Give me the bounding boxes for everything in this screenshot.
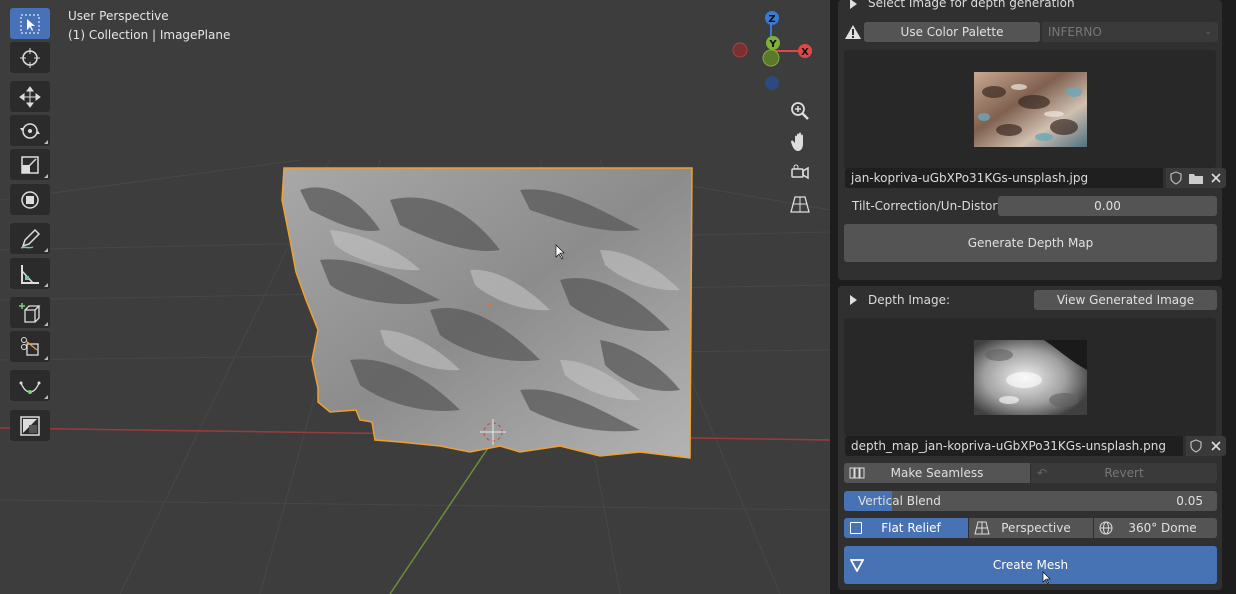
select-image-section: Select Image for depth generation Use Co…	[838, 0, 1226, 280]
depth-image-thumbnail	[974, 340, 1087, 415]
depth-image-section: Depth Image: View Generated Image depth_…	[838, 286, 1226, 590]
curve-icon	[19, 381, 41, 394]
ruler-icon	[21, 264, 39, 284]
view-generated-image-button[interactable]: View Generated Image	[1034, 290, 1217, 310]
vertical-blend-label: Vertical Blend	[858, 494, 941, 508]
rotate-icon	[20, 122, 40, 139]
make-seamless-label: Make Seamless	[890, 466, 984, 480]
mode-flat-relief[interactable]: Flat Relief	[844, 518, 968, 538]
globe-icon	[1099, 521, 1113, 535]
revert-label: Revert	[1104, 466, 1144, 480]
tilt-correction-field[interactable]: 0.00	[998, 196, 1217, 216]
scale-icon	[21, 155, 39, 174]
zoom-icon	[791, 102, 809, 120]
chevron-down-icon: ⌄	[1204, 27, 1212, 37]
palette-value: INFERNO	[1048, 25, 1102, 39]
shield-icon	[1170, 171, 1182, 185]
source-image-preview-box	[844, 50, 1216, 168]
depth-image-preview-box	[844, 318, 1216, 436]
select-image-header[interactable]: Select Image for depth generation	[850, 0, 1222, 14]
transform-tool[interactable]	[10, 184, 50, 215]
move-arrows-icon	[19, 85, 41, 108]
create-mesh-button[interactable]: Create Mesh	[844, 546, 1217, 584]
tilt-correction-label: Tilt-Correction/Un-Distort	[852, 199, 1003, 213]
image-tool[interactable]	[10, 410, 50, 441]
depth-image-header[interactable]: Depth Image:	[850, 290, 1010, 310]
depth-image-header-label: Depth Image:	[868, 293, 950, 307]
pencil-icon	[20, 228, 41, 249]
warning-icon	[844, 22, 862, 42]
3d-viewport[interactable]: User Perspective (1) Collection | ImageP…	[0, 0, 830, 594]
zoom-button[interactable]	[786, 97, 814, 125]
scale-tool[interactable]	[10, 149, 50, 180]
cursor-tool[interactable]	[10, 42, 50, 73]
move-tool[interactable]	[10, 81, 50, 112]
fake-user-button[interactable]	[1166, 168, 1186, 188]
cursor-box-icon	[20, 14, 40, 33]
grid-perspective-icon	[790, 196, 810, 213]
mesh-triangle-icon	[850, 559, 864, 572]
mode-perspective[interactable]: Perspective	[969, 518, 1093, 538]
select-image-header-label: Select Image for depth generation	[868, 0, 1075, 10]
knife-icon	[21, 336, 39, 356]
view-name: User Perspective	[68, 9, 169, 23]
relief-mesh	[281, 167, 693, 459]
vertical-blend-slider[interactable]: Vertical Blend 0.05	[844, 491, 1217, 511]
close-icon	[1211, 173, 1221, 183]
navigation-gizmo[interactable]: Z X Y	[728, 8, 818, 94]
add-cube-icon	[19, 302, 41, 323]
crosshair-circle-icon	[20, 47, 40, 68]
undo-icon: ↶	[1037, 466, 1048, 480]
pan-button[interactable]	[786, 128, 814, 156]
transform-icon	[21, 190, 39, 209]
measure-tool[interactable]	[10, 258, 50, 289]
hand-icon	[791, 132, 803, 151]
add-cube-tool[interactable]	[10, 297, 50, 328]
make-seamless-button[interactable]: Make Seamless	[844, 463, 1030, 483]
folder-icon	[1189, 174, 1203, 184]
gizmo-z-label: Z	[768, 14, 775, 25]
shield-icon	[1190, 439, 1202, 453]
mode-360-dome-label: 360° Dome	[1128, 521, 1197, 535]
annotate-tool[interactable]	[10, 223, 50, 254]
image-tool-icon	[20, 415, 40, 436]
mode-perspective-label: Perspective	[1001, 521, 1071, 535]
revert-button[interactable]: ↶ Revert	[1031, 463, 1217, 483]
source-image-thumbnail	[974, 72, 1087, 147]
close-icon	[1211, 441, 1221, 451]
depth-unlink-button[interactable]	[1206, 436, 1226, 456]
viewport-scene	[0, 159, 830, 594]
disclosure-triangle-icon	[850, 295, 857, 305]
depth-fake-user-button[interactable]	[1186, 436, 1206, 456]
create-mesh-label: Create Mesh	[992, 558, 1069, 572]
use-color-palette-button[interactable]: Use Color Palette	[864, 22, 1040, 42]
y-axis-line	[389, 429, 501, 594]
depth-filename[interactable]: depth_map_jan-kopriva-uGbXPo31KGs-unspla…	[845, 436, 1183, 456]
mouse-cursor	[1042, 571, 1051, 584]
knife-tool[interactable]	[10, 331, 50, 362]
select-box-tool[interactable]	[10, 8, 50, 39]
grid-perspective-icon	[974, 521, 990, 535]
source-filename[interactable]: jan-kopriva-uGbXPo31KGs-unsplash.jpg	[845, 168, 1163, 188]
mode-flat-relief-label: Flat Relief	[881, 521, 941, 535]
gizmo-y-label: Y	[768, 39, 777, 50]
camera-view-button[interactable]	[786, 159, 814, 187]
generate-depth-map-button[interactable]: Generate Depth Map	[844, 224, 1217, 262]
seamless-icon	[849, 467, 865, 479]
unlink-image-button[interactable]	[1206, 168, 1226, 188]
rotate-tool[interactable]	[10, 115, 50, 146]
palette-select[interactable]: INFERNO ⌄	[1042, 22, 1218, 42]
mode-360-dome[interactable]: 360° Dome	[1094, 518, 1217, 538]
disclosure-triangle-icon	[850, 0, 857, 9]
vertical-blend-value: 0.05	[1176, 494, 1203, 508]
camera-icon	[791, 164, 809, 180]
square-icon	[850, 522, 862, 534]
gizmo-x-label: X	[801, 47, 809, 58]
collection-label: (1) Collection | ImagePlane	[68, 28, 231, 42]
open-file-button[interactable]	[1186, 168, 1206, 188]
addon-sidebar-panel: Select Image for depth generation Use Co…	[830, 0, 1236, 594]
perspective-toggle-button[interactable]	[786, 190, 814, 218]
curve-tool[interactable]	[10, 370, 50, 401]
